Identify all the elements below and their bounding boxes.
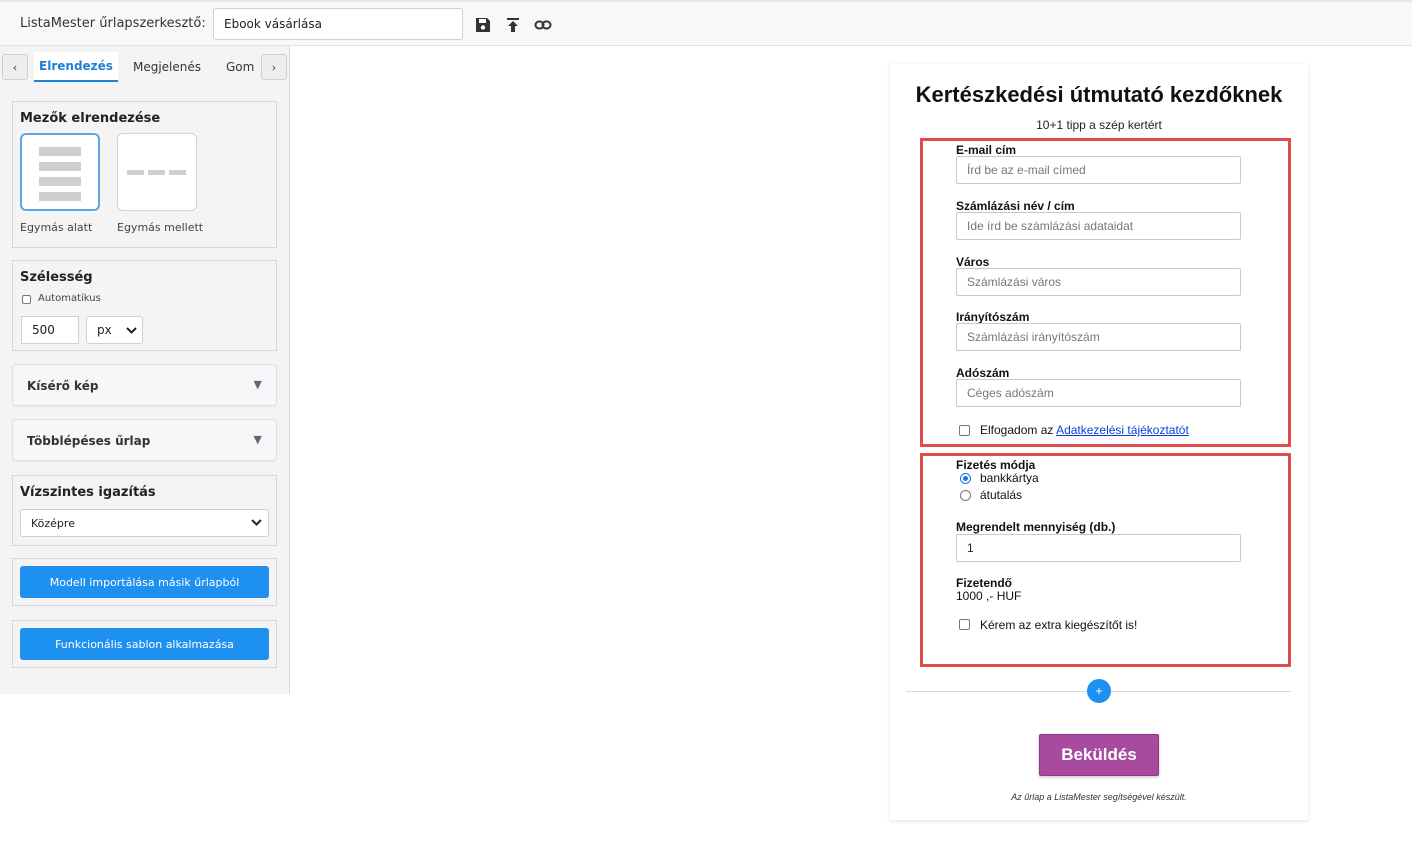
zip-input[interactable] bbox=[956, 323, 1241, 351]
sidebar-tabs: ‹ Elrendezés Megjelenés Gom › bbox=[0, 52, 290, 84]
tax-number-label: Adószám bbox=[956, 366, 1010, 380]
submit-button[interactable]: Beküldés bbox=[1039, 734, 1159, 776]
form-subtitle: 10+1 tipp a szép kertért bbox=[1036, 118, 1162, 132]
auto-width-label: Automatikus bbox=[38, 293, 101, 304]
chevron-down-icon bbox=[251, 517, 262, 530]
alignment-select[interactable]: Középre bbox=[20, 509, 269, 537]
link-icon[interactable] bbox=[533, 15, 553, 35]
tab-prev-button[interactable]: ‹ bbox=[2, 54, 28, 80]
sidebar-empty-area bbox=[0, 694, 290, 856]
width-value-input[interactable]: 500 bbox=[21, 316, 79, 344]
collapsible-label: Többlépéses űrlap bbox=[27, 434, 151, 448]
stacked-bar bbox=[39, 162, 81, 171]
layout-caption-stacked: Egymás alatt bbox=[20, 221, 93, 234]
consent-checkbox[interactable] bbox=[959, 425, 970, 436]
email-input[interactable] bbox=[956, 156, 1241, 184]
width-panel: Szélesség Automatikus 500 px bbox=[12, 260, 277, 351]
total-label: Fizetendő bbox=[956, 576, 1012, 590]
app-label: ListaMester űrlapszerkesztő: bbox=[20, 16, 206, 31]
top-bar: ListaMester űrlapszerkesztő: bbox=[0, 0, 1412, 46]
billing-name-label: Számlázási név / cím bbox=[956, 199, 1075, 213]
payment-radio-card[interactable] bbox=[960, 473, 971, 484]
collapsible-label: Kísérő kép bbox=[27, 379, 99, 393]
form-footer-note: Az űrlap a ListaMester segítségével kész… bbox=[1011, 792, 1187, 802]
triangle-down-icon: ▼ bbox=[253, 378, 262, 391]
extra-addon-label: Kérem az extra kiegészítőt is! bbox=[980, 618, 1138, 632]
inline-bar bbox=[148, 170, 165, 175]
layout-option-stacked[interactable] bbox=[20, 133, 100, 211]
layout-option-inline[interactable] bbox=[117, 133, 197, 211]
width-title: Szélesség bbox=[20, 270, 93, 285]
form-title: Kertészkedési útmutató kezdőknek bbox=[915, 82, 1283, 107]
tab-megjelenes[interactable]: Megjelenés bbox=[124, 52, 210, 82]
auto-width-checkbox[interactable] bbox=[22, 295, 31, 304]
city-label: Város bbox=[956, 255, 990, 269]
import-model-button[interactable]: Modell importálása másik űrlapból bbox=[20, 566, 269, 598]
privacy-policy-link[interactable]: Adatkezelési tájékoztatót bbox=[1056, 423, 1189, 437]
payment-method-label: Fizetés módja bbox=[956, 458, 1036, 472]
tax-number-input[interactable] bbox=[956, 379, 1241, 407]
collapsible-accompanying-image[interactable]: Kísérő kép ▼ bbox=[12, 364, 277, 406]
email-label: E-mail cím bbox=[956, 143, 1017, 157]
layout-caption-inline: Egymás mellett bbox=[117, 221, 204, 234]
field-layout-panel: Mezők elrendezése Egymás alatt Egymás me… bbox=[12, 101, 277, 248]
form-name-input[interactable] bbox=[213, 8, 463, 40]
save-icon[interactable] bbox=[473, 15, 493, 35]
field-layout-title: Mezők elrendezése bbox=[20, 111, 161, 126]
total-value: 1000 ,- HUF bbox=[956, 589, 1022, 603]
collapsible-multistep-form[interactable]: Többlépéses űrlap ▼ bbox=[12, 419, 277, 461]
city-input[interactable] bbox=[956, 268, 1241, 296]
sidebar: ‹ Elrendezés Megjelenés Gom › Mezők elre… bbox=[0, 46, 290, 856]
stacked-bar bbox=[39, 177, 81, 186]
inline-bar bbox=[169, 170, 186, 175]
tab-gombok[interactable]: Gom bbox=[214, 52, 260, 82]
add-section-button[interactable]: + bbox=[1087, 679, 1111, 703]
tab-next-button[interactable]: › bbox=[261, 54, 287, 80]
zip-label: Irányítószám bbox=[956, 310, 1030, 324]
consent-label: Elfogadom az Adatkezelési tájékoztatót bbox=[980, 423, 1189, 437]
alignment-value: Középre bbox=[31, 516, 75, 530]
payment-radio-transfer[interactable] bbox=[960, 490, 971, 501]
extra-addon-checkbox[interactable] bbox=[959, 619, 970, 630]
stacked-bar bbox=[39, 147, 81, 156]
quantity-label: Megrendelt mennyiség (db.) bbox=[956, 520, 1116, 534]
alignment-title: Vízszintes igazítás bbox=[20, 485, 156, 500]
billing-name-input[interactable] bbox=[956, 212, 1241, 240]
apply-template-button[interactable]: Funkcionális sablon alkalmazása bbox=[20, 628, 269, 660]
consent-prefix: Elfogadom az bbox=[980, 423, 1054, 437]
payment-option-card: bankkártya bbox=[980, 471, 1039, 485]
upload-icon[interactable] bbox=[503, 15, 523, 35]
triangle-down-icon: ▼ bbox=[253, 433, 262, 446]
tab-elrendezes[interactable]: Elrendezés bbox=[34, 52, 118, 82]
stacked-bar bbox=[39, 192, 81, 201]
chevron-down-icon bbox=[126, 324, 137, 338]
width-unit-value: px bbox=[97, 323, 112, 337]
quantity-input[interactable] bbox=[956, 534, 1241, 562]
payment-option-transfer: átutalás bbox=[980, 488, 1023, 502]
inline-bar bbox=[127, 170, 144, 175]
alignment-panel: Vízszintes igazítás Középre bbox=[12, 475, 277, 546]
width-unit-select[interactable]: px bbox=[86, 316, 143, 344]
